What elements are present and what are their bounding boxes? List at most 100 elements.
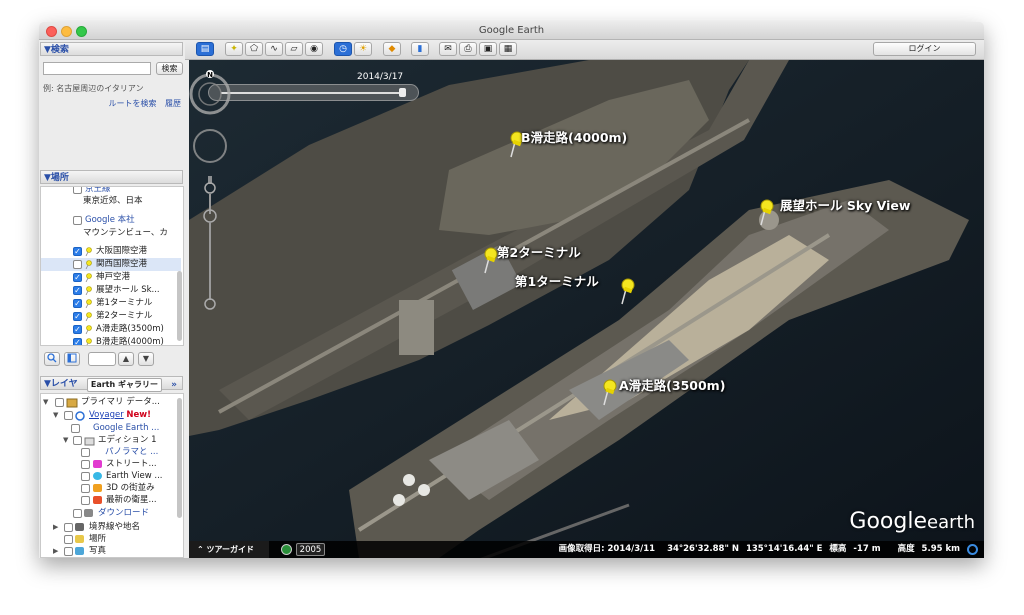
collapse-triangle-icon[interactable]: ▶ — [53, 521, 58, 533]
list-item[interactable]: Google 本社 — [41, 214, 181, 227]
list-item[interactable]: ✓ A滑走路(3500m) — [41, 323, 181, 336]
historical-year[interactable]: 2005 — [296, 543, 325, 556]
move-down-button[interactable]: ▼ — [138, 352, 154, 366]
navigation-controls[interactable]: N — [189, 64, 231, 314]
layer-checkbox[interactable] — [71, 424, 80, 433]
tour-guide-button[interactable]: ⌃ ツアーガイド — [189, 541, 269, 558]
route-search-link[interactable]: ルートを検索 — [108, 99, 156, 108]
map-label-terminal-1[interactable]: 第1ターミナル — [515, 271, 599, 290]
window-title: Google Earth — [478, 25, 545, 36]
add-path-button[interactable]: ∿ — [265, 42, 283, 56]
place-checkbox[interactable] — [73, 216, 82, 225]
print-button[interactable]: ⎙ — [459, 42, 477, 56]
ruler-button[interactable]: ▮ — [411, 42, 429, 56]
history-link[interactable]: 履歴 — [165, 99, 181, 108]
print-icon: ⎙ — [464, 44, 472, 54]
place-checkbox[interactable]: ✓ — [73, 247, 82, 256]
place-checkbox[interactable]: ✓ — [73, 299, 82, 308]
expand-triangle-icon[interactable]: ▼ — [43, 396, 48, 408]
time-slider-handle[interactable] — [399, 88, 406, 97]
place-checkbox[interactable]: ✓ — [73, 286, 82, 295]
place-checkbox[interactable] — [73, 187, 82, 194]
pushpin-icon — [85, 312, 92, 321]
gallery-expand-icon[interactable]: » — [171, 378, 177, 392]
save-image-button[interactable]: ▣ — [479, 42, 497, 56]
layers-panel-header[interactable]: ▼レイヤ Earth ギャラリー » — [40, 376, 183, 392]
places-blank-field[interactable] — [88, 352, 116, 366]
pushpin-icon[interactable] — [617, 277, 637, 305]
places-panel-header[interactable]: ▼場所 — [40, 170, 183, 184]
earth-map-view[interactable]: 2014/3/17 B滑走路(4000m) 展望ホール Sky View 第2タ… — [189, 60, 984, 558]
move-up-button[interactable]: ▲ — [118, 352, 134, 366]
map-label-runway-b[interactable]: B滑走路(4000m) — [521, 127, 627, 146]
layer-checkbox[interactable] — [81, 472, 90, 481]
expand-triangle-icon[interactable]: ▼ — [63, 434, 68, 446]
map-label-terminal-2[interactable]: 第2ターミナル — [497, 242, 581, 261]
list-item[interactable]: ✓ 展望ホール Sk... — [41, 284, 181, 297]
layer-checkbox[interactable] — [73, 436, 82, 445]
list-item[interactable]: ✓ B滑走路(4000m) — [41, 336, 181, 345]
place-checkbox[interactable] — [73, 260, 82, 269]
historical-clock-icon[interactable] — [281, 544, 292, 555]
add-polygon-button[interactable]: ⬠ — [245, 42, 263, 56]
view-in-maps-button[interactable]: ▦ — [499, 42, 517, 56]
map-label-runway-a[interactable]: A滑走路(3500m) — [619, 375, 725, 394]
list-item[interactable]: 関西国際空港 — [41, 258, 181, 271]
login-button[interactable]: ログイン — [873, 42, 976, 56]
layer-checkbox[interactable] — [81, 448, 90, 457]
layer-checkbox[interactable] — [64, 411, 73, 420]
magnifier-icon — [47, 353, 57, 363]
sidebar-toggle-button[interactable]: ▤ — [196, 42, 214, 56]
layer-checkbox[interactable] — [64, 523, 73, 532]
historical-imagery-button[interactable]: ◷ — [334, 42, 352, 56]
time-slider-track[interactable] — [221, 92, 406, 94]
list-item[interactable]: ✓ 大阪国際空港 — [41, 245, 181, 258]
layer-label: エディション 1 — [98, 435, 157, 445]
earth-gallery-button[interactable]: Earth ギャラリー — [86, 378, 162, 392]
map-label-observation-hall[interactable]: 展望ホール Sky View — [780, 195, 910, 214]
time-slider[interactable] — [208, 84, 419, 101]
search-places-button[interactable] — [44, 352, 60, 366]
email-button[interactable]: ✉ — [439, 42, 457, 56]
voyager-link[interactable]: Voyager — [89, 410, 124, 420]
sunlight-button[interactable]: ☀ — [354, 42, 372, 56]
list-item[interactable]: ✓ 第2ターミナル — [41, 310, 181, 323]
pushpin-icon[interactable] — [756, 198, 776, 226]
layer-checkbox[interactable] — [81, 496, 90, 505]
search-input[interactable] — [43, 62, 151, 75]
layer-label: ストリート... — [106, 459, 157, 469]
sidebar: ▼検索 検索 例: 名古屋周辺のイタリアン ルートを検索 履歴 ▼場所 京王線 … — [39, 40, 185, 558]
layer-checkbox[interactable] — [81, 484, 90, 493]
list-item[interactable]: ✓ 神戸空港 — [41, 271, 181, 284]
add-placemark-button[interactable]: ✦ — [225, 42, 243, 56]
voyager-icon — [75, 411, 85, 421]
street-view-icon — [93, 460, 102, 468]
place-checkbox[interactable]: ✓ — [73, 312, 82, 321]
collapse-triangle-icon[interactable]: ▶ — [53, 545, 58, 557]
search-panel-header[interactable]: ▼検索 — [40, 42, 183, 56]
places-toolbar: ▲ ▼ — [40, 350, 184, 368]
place-label: 関西国際空港 — [96, 259, 148, 269]
title-bar: Google Earth — [39, 22, 984, 40]
layers-scrollbar[interactable] — [177, 398, 182, 518]
expand-triangle-icon[interactable]: ▼ — [53, 409, 58, 421]
layer-checkbox[interactable] — [73, 509, 82, 518]
layer-checkbox[interactable] — [64, 535, 73, 544]
place-checkbox[interactable]: ✓ — [73, 273, 82, 282]
pushpin-icon[interactable] — [599, 378, 619, 406]
layer-checkbox[interactable] — [64, 547, 73, 556]
search-button[interactable]: 検索 — [156, 62, 183, 75]
places-scrollbar[interactable] — [177, 271, 182, 341]
layer-checkbox[interactable] — [55, 398, 64, 407]
list-item[interactable]: ✓ 第1ターミナル — [41, 297, 181, 310]
panel-toggle-button[interactable] — [64, 352, 80, 366]
list-item[interactable]: 東京近郊、日本 — [41, 195, 181, 208]
maps-icon: ▦ — [503, 44, 513, 54]
layer-checkbox[interactable] — [81, 460, 90, 469]
record-tour-button[interactable]: ◉ — [305, 42, 323, 56]
switch-to-sky-button[interactable]: ◆ — [383, 42, 401, 56]
place-checkbox[interactable]: ✓ — [73, 338, 82, 345]
place-checkbox[interactable]: ✓ — [73, 325, 82, 334]
add-overlay-button[interactable]: ▱ — [285, 42, 303, 56]
list-item[interactable]: マウンテンビュー、カ — [41, 227, 181, 240]
